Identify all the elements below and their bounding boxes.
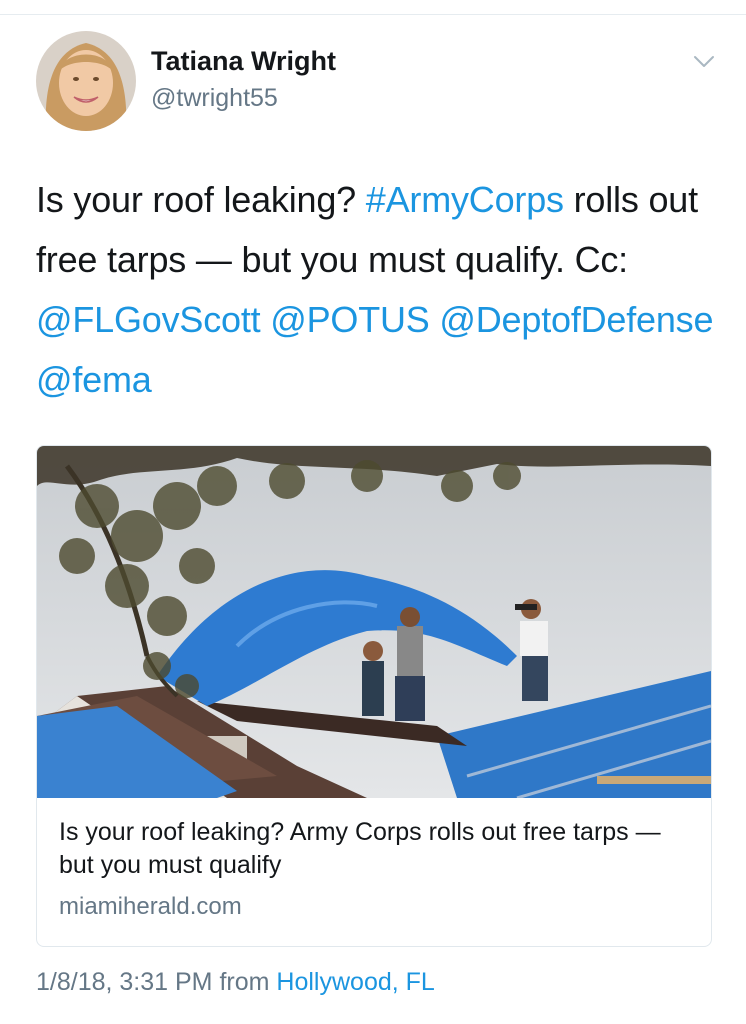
avatar-image [36, 31, 136, 131]
mention-link[interactable]: @DeptofDefense [439, 299, 713, 340]
mention-link[interactable]: @POTUS [270, 299, 430, 340]
location-link[interactable]: Hollywood, FL [276, 968, 434, 996]
card-image[interactable] [37, 446, 711, 798]
mention-link[interactable]: @FLGovScott [36, 299, 261, 340]
card-title[interactable]: Is your roof leaking? Army Corps rolls o… [59, 816, 699, 882]
top-divider [0, 0, 746, 15]
card-domain: miamiherald.com [59, 893, 242, 920]
mention-link[interactable]: @fema [36, 359, 152, 400]
tweet-timestamp[interactable]: 1/8/18, 3:31 PM [36, 968, 213, 996]
from-label: from [219, 968, 270, 996]
author-display-name[interactable]: Tatiana Wright [151, 46, 336, 77]
link-card[interactable]: Is your roof leaking? Army Corps rolls o… [36, 445, 712, 947]
author-handle[interactable]: @twright55 [151, 84, 278, 113]
tweet-meta: 1/8/18, 3:31 PM from Hollywood, FL [36, 968, 435, 997]
tweet-text-part1: Is your roof leaking? [36, 179, 366, 220]
tweet-text: Is your roof leaking? #ArmyCorps rolls o… [36, 170, 726, 410]
avatar[interactable] [36, 31, 136, 131]
hashtag-link[interactable]: #ArmyCorps [366, 179, 564, 220]
chevron-down-icon[interactable] [693, 54, 715, 70]
